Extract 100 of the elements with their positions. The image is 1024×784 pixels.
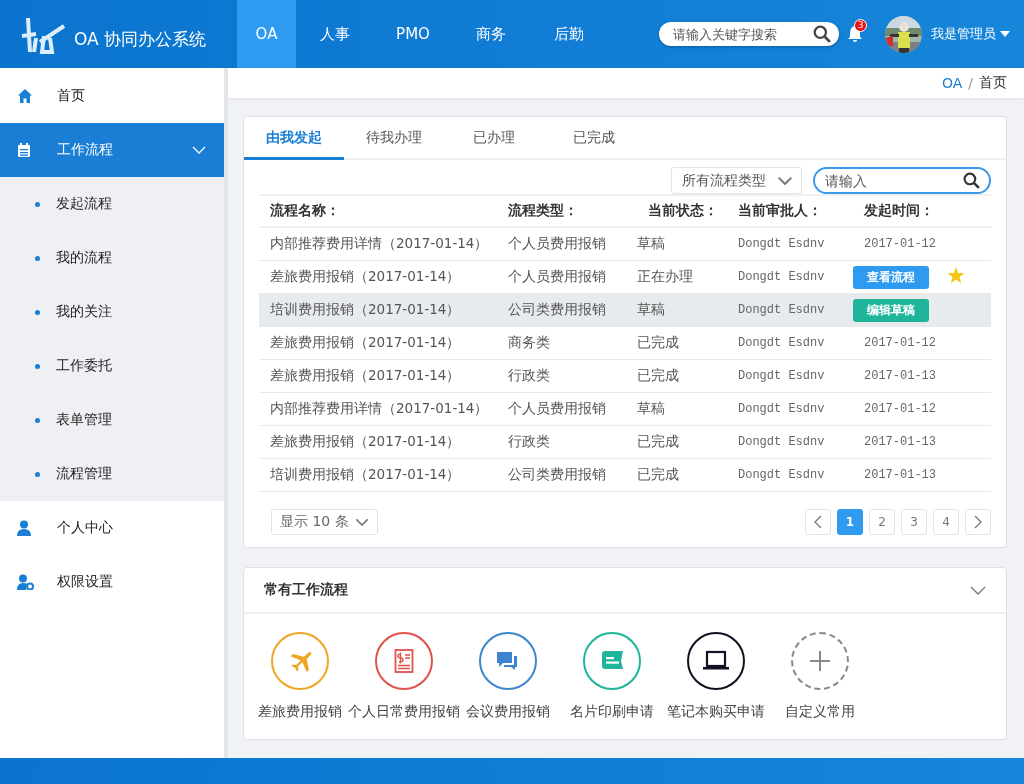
tab[interactable]: 待我办理: [344, 117, 444, 160]
column-header: 流程类型：: [507, 202, 579, 220]
home-icon: [17, 87, 33, 104]
section-title: 常有工作流程: [264, 581, 348, 599]
breadcrumb-separator: /: [968, 75, 973, 91]
nav-tab[interactable]: 后勤: [530, 0, 608, 68]
search-icon[interactable]: [813, 25, 831, 43]
table-cell-text: 已完成: [637, 334, 680, 352]
nav-tab[interactable]: PMO: [374, 0, 452, 68]
tab[interactable]: 已办理: [444, 117, 544, 160]
card-icon[interactable]: [583, 632, 641, 690]
chevron-icon: [777, 175, 793, 186]
sidebar-item[interactable]: 工作流程: [0, 123, 224, 177]
shortcut-label[interactable]: 差旅费用报销: [258, 703, 342, 721]
table-row[interactable]: 差旅费用报销（2017-01-14） 行政类 已完成 Dongdt Esdnv 2017-01-13: [259, 426, 991, 459]
page-button[interactable]: 2: [869, 509, 895, 535]
table-row[interactable]: 差旅费用报销（2017-01-14） 商务类 已完成 Dongdt Esdnv 2017-01-12: [259, 327, 991, 360]
tab[interactable]: 已完成: [544, 117, 644, 160]
table-cell-text: 2017-01-12: [863, 237, 937, 251]
tab[interactable]: 由我发起: [244, 117, 344, 160]
user-settings-icon: [17, 574, 34, 590]
table-cell-text: 内部推荐费用详情（2017-01-14）: [269, 235, 490, 253]
table-cell-text: 已完成: [637, 466, 680, 484]
table-cell-text: 个人员费用报销: [507, 235, 607, 253]
shortcut-label[interactable]: 名片印刷申请: [570, 703, 654, 721]
chevron-left-icon: [814, 515, 822, 529]
table-cell-text: 2017-01-13: [863, 369, 937, 383]
breadcrumb-link[interactable]: OA: [941, 75, 963, 91]
table-row[interactable]: 培训费用报销（2017-01-14） 公司类费用报销 已完成 Dongdt Esdnv 2017-01-13: [259, 459, 991, 492]
table-cell-text: 个人员费用报销: [507, 268, 607, 286]
sidebar-item[interactable]: 首页: [0, 68, 224, 123]
table-cell-text: 行政类: [507, 433, 551, 451]
table-cell-text: 公司类费用报销: [507, 466, 607, 484]
table-cell-text: 个人员费用报销: [507, 400, 607, 418]
sidebar-subitem[interactable]: 流程管理: [0, 447, 224, 501]
plane-icon[interactable]: [271, 632, 329, 690]
search-field[interactable]: 请输入关键字搜索: [659, 22, 839, 46]
table-cell-text: 草稿: [637, 235, 666, 253]
table-row[interactable]: 差旅费用报销（2017-01-14） 行政类 已完成 Dongdt Esdnv 2017-01-13: [259, 360, 991, 393]
laptop-icon[interactable]: [687, 632, 745, 690]
column-header: 流程名称：: [269, 202, 341, 220]
chevron-right-icon: [974, 515, 982, 529]
table-cell-text: Dongdt Esdnv: [737, 270, 826, 284]
table-cell-text: 正在办理: [637, 268, 694, 286]
chat-icon[interactable]: [479, 632, 537, 690]
table-cell-text: Dongdt Esdnv: [737, 468, 826, 482]
chevron-icon[interactable]: [970, 585, 986, 595]
table-cell-text: Dongdt Esdnv: [737, 303, 826, 317]
table-cell-text: 差旅费用报销（2017-01-14）: [269, 334, 462, 352]
column-header: 当前审批人：: [737, 202, 823, 220]
search-icon[interactable]: [963, 172, 980, 189]
table-cell-text: 商务类: [507, 334, 551, 352]
table-cell-text: 行政类: [507, 367, 551, 385]
table-cell-text: Dongdt Esdnv: [737, 336, 826, 350]
search-field[interactable]: 请输入: [813, 167, 991, 194]
table-cell-text: 草稿: [637, 301, 666, 319]
sidebar-subitem[interactable]: 工作委托: [0, 339, 224, 393]
page-button[interactable]: 4: [933, 509, 959, 535]
table-cell-text: 差旅费用报销（2017-01-14）: [269, 367, 462, 385]
table-cell-text: 2017-01-12: [863, 336, 937, 350]
shortcut-label[interactable]: 笔记本购买申请: [667, 703, 765, 721]
star-icon[interactable]: [947, 267, 965, 284]
table-cell-text: 已完成: [637, 433, 680, 451]
sidebar-item[interactable]: 个人中心: [0, 501, 224, 555]
sidebar-subitem[interactable]: 我的流程: [0, 231, 224, 285]
nav-tab[interactable]: 商务: [452, 0, 530, 68]
sidebar-subitem[interactable]: 发起流程: [0, 177, 224, 231]
table-cell-text: 2017-01-13: [863, 435, 937, 449]
table-row[interactable]: 内部推荐费用详情（2017-01-14） 个人员费用报销 草稿 Dongdt Esdnv 2017-01-12: [259, 228, 991, 261]
column-header: 发起时间：: [863, 202, 935, 220]
table-cell-text: 2017-01-13: [863, 468, 937, 482]
table-cell-text: 差旅费用报销（2017-01-14）: [269, 433, 462, 451]
sidebar-subitem[interactable]: 我的关注: [0, 285, 224, 339]
breadcrumb-current: 首页: [979, 74, 1007, 92]
table-cell-text: 内部推荐费用详情（2017-01-14）: [269, 400, 490, 418]
table-cell-text: Dongdt Esdnv: [737, 402, 826, 416]
calendar-icon: [17, 142, 31, 158]
page-button[interactable]: 3: [901, 509, 927, 535]
table-cell-text: 草稿: [637, 400, 666, 418]
shortcut-label[interactable]: 会议费用报销: [466, 703, 550, 721]
type-select[interactable]: 所有流程类型: [671, 167, 802, 194]
chevron-icon: [354, 517, 369, 527]
table-row[interactable]: 内部推荐费用详情（2017-01-14） 个人员费用报销 草稿 Dongdt Esdnv 2017-01-12: [259, 393, 991, 426]
caret-icon[interactable]: [1000, 31, 1010, 37]
table-cell-text: Dongdt Esdnv: [737, 369, 826, 383]
nav-tab[interactable]: 人事: [296, 0, 374, 68]
table-cell-text: 已完成: [637, 367, 680, 385]
shortcut-label[interactable]: 个人日常费用报销: [348, 703, 460, 721]
user-name[interactable]: 我是管理员: [931, 25, 996, 43]
add-icon[interactable]: [791, 632, 849, 690]
receipt-icon[interactable]: [375, 632, 433, 690]
table-row[interactable]: 培训费用报销（2017-01-14） 公司类费用报销 草稿 Dongdt Esdnv 编辑草稿: [259, 294, 991, 327]
page-size-select[interactable]: 显示 10 条: [271, 509, 378, 535]
sidebar-subitem[interactable]: 表单管理: [0, 393, 224, 447]
table-cell-text: Dongdt Esdnv: [737, 237, 826, 251]
table-cell-text: 差旅费用报销（2017-01-14）: [269, 268, 462, 286]
app-title: OA 协同办公系统: [74, 27, 207, 51]
user-icon: [17, 520, 31, 536]
shortcut-label[interactable]: 自定义常用: [785, 703, 855, 721]
sidebar-item[interactable]: 权限设置: [0, 555, 224, 609]
